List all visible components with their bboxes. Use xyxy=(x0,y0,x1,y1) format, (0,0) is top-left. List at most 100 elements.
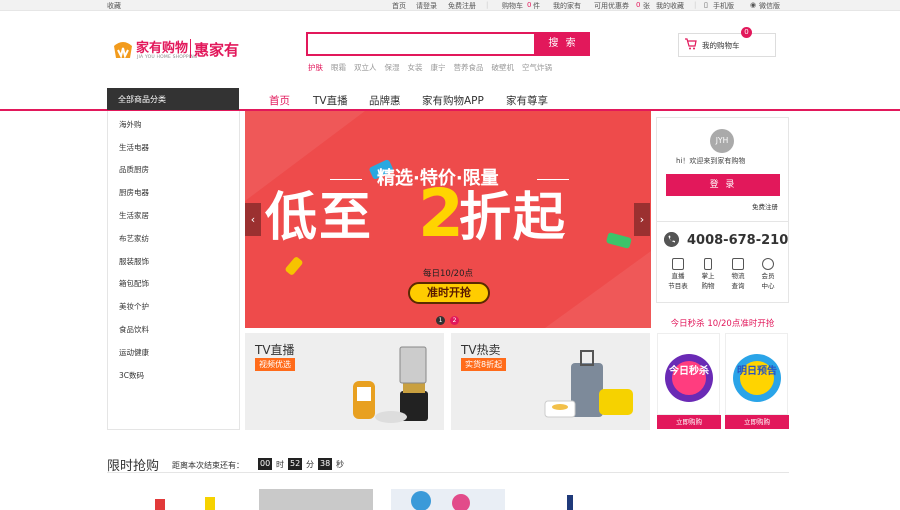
hot-keyword[interactable]: 眼霜 xyxy=(331,62,346,72)
nav-brand[interactable]: 品牌惠 xyxy=(369,93,401,108)
tv-live-banner[interactable]: TV直播 视频优选 xyxy=(245,333,444,430)
buy-now-button[interactable]: 立即购购 xyxy=(725,415,789,429)
product-thumbnail[interactable] xyxy=(391,489,505,510)
sub-banner-tag: 视频优选 xyxy=(255,358,295,371)
tomorrow-preview-card[interactable]: 明日预告 xyxy=(725,333,788,415)
banner-time: 每日10/20点 xyxy=(423,269,473,279)
category-item[interactable]: 布艺家纺 xyxy=(119,233,149,244)
category-item[interactable]: 3C数码 xyxy=(119,370,144,381)
category-item[interactable]: 海外购 xyxy=(119,119,142,130)
category-item[interactable]: 服装服饰 xyxy=(119,256,149,267)
nav-tv-live[interactable]: TV直播 xyxy=(313,93,348,108)
cart-count-badge: 0 xyxy=(741,27,752,38)
category-item[interactable]: 箱包配饰 xyxy=(119,278,149,289)
topbar-cart-link[interactable]: 购物车 xyxy=(502,1,523,11)
banner-headline: 低至 折起 xyxy=(265,187,567,249)
hot-keyword[interactable]: 护肤 xyxy=(308,62,323,72)
logo-divider xyxy=(190,39,191,58)
hotline-number: 4008-678-210 xyxy=(687,233,789,248)
divider xyxy=(107,472,789,473)
mobile-link[interactable]: 手机版 xyxy=(713,1,734,11)
nav-home[interactable]: 首页 xyxy=(269,93,290,108)
mobile-icon xyxy=(704,258,712,270)
countdown-label: 距离本次结束还有： xyxy=(172,461,244,470)
tv-hot-banner[interactable]: TV热卖 实货8折起 xyxy=(451,333,650,430)
wechat-icon: ◉ xyxy=(750,1,757,9)
banner-cta-button[interactable]: 准时开抢 xyxy=(408,282,490,304)
register-link[interactable]: 免费注册 xyxy=(752,201,778,211)
member-center-link[interactable]: 会员 中心 xyxy=(753,258,783,290)
product-thumbnail[interactable] xyxy=(150,489,220,510)
nav-app[interactable]: 家有购物APP xyxy=(422,93,484,108)
banner-line xyxy=(537,179,569,180)
hot-keyword[interactable]: 破壁机 xyxy=(492,62,515,72)
banner-next-button[interactable]: › xyxy=(634,203,650,236)
hot-keyword[interactable]: 女装 xyxy=(408,62,423,72)
wechat-link[interactable]: 微信版 xyxy=(759,1,780,11)
product-thumbnail[interactable] xyxy=(560,489,580,510)
banner-headline-suffix: 折起 xyxy=(459,188,568,248)
divider: | xyxy=(486,1,489,9)
logo-text[interactable]: 家有购物 xyxy=(136,37,188,56)
logo-icon[interactable] xyxy=(112,38,134,60)
sub-banner-tag: 实货8折起 xyxy=(461,358,507,371)
category-item[interactable]: 品质厨房 xyxy=(119,164,149,175)
today-seckill-card[interactable]: 今日秒杀 xyxy=(657,333,720,415)
banner-headline-prefix: 低至 xyxy=(265,188,374,248)
banner-discount-number: 2 xyxy=(418,175,464,252)
banner-prev-button[interactable]: ‹ xyxy=(245,203,261,236)
tv-icon xyxy=(672,258,684,270)
product-thumbnail[interactable] xyxy=(259,489,373,510)
today-seckill-badge: 今日秒杀 xyxy=(669,366,709,377)
my-account-link[interactable]: 我的家有 xyxy=(553,1,581,11)
mobile-icon: ▯ xyxy=(704,1,708,9)
sub-banner-title: TV直播 xyxy=(255,343,295,357)
category-item[interactable]: 食品饮料 xyxy=(119,324,149,335)
logistics-link[interactable]: 物流 查询 xyxy=(723,258,753,290)
divider xyxy=(657,221,788,222)
logo-english: JIA YOU HOME SHOPPING xyxy=(137,55,198,60)
phone-icon xyxy=(664,232,679,247)
hot-keyword[interactable]: 营养食品 xyxy=(454,62,484,72)
nav-vip[interactable]: 家有尊享 xyxy=(506,93,548,108)
register-link[interactable]: 免费注册 xyxy=(448,1,476,11)
category-item[interactable]: 运动健康 xyxy=(119,347,149,358)
hot-keyword[interactable]: 康宁 xyxy=(431,62,446,72)
tv-schedule-link[interactable]: 直播 节目表 xyxy=(663,258,693,290)
category-item[interactable]: 生活电器 xyxy=(119,142,149,153)
home-link[interactable]: 首页 xyxy=(392,1,406,11)
countdown-unit: 时 xyxy=(276,460,284,469)
login-link[interactable]: 请登录 xyxy=(416,1,437,11)
buy-now-button[interactable]: 立即购购 xyxy=(657,415,721,429)
category-item[interactable]: 美妆个护 xyxy=(119,301,149,312)
favorite-link[interactable]: 收藏 xyxy=(107,1,121,11)
category-list: 海外购 生活电器 品质厨房 厨房电器 生活家居 布艺家纺 服装服饰 箱包配饰 美… xyxy=(107,111,240,430)
category-item[interactable]: 生活家居 xyxy=(119,210,149,221)
search-input[interactable] xyxy=(306,32,536,56)
countdown-unit: 分 xyxy=(306,460,314,469)
all-categories-tab[interactable]: 全部商品分类 xyxy=(107,88,239,110)
coupons-link[interactable]: 可用优惠券 xyxy=(594,1,629,11)
sub-banner-title: TV热卖 xyxy=(461,343,501,357)
search-button[interactable]: 搜 索 xyxy=(536,32,590,56)
coupon-unit: 张 xyxy=(643,2,650,10)
welcome-text: hi！欢迎来到家有购物 xyxy=(676,157,746,165)
hot-keyword[interactable]: 保湿 xyxy=(385,62,400,72)
login-button[interactable]: 登 录 xyxy=(666,174,780,196)
divider: | xyxy=(694,1,697,9)
banner-dot[interactable]: 1 xyxy=(436,316,445,325)
top-bar: 收藏 首页 请登录 免费注册 | 购物车 0 件 我的家有 可用优惠券 0 张 … xyxy=(0,0,900,11)
mobile-shop-link[interactable]: 掌上 购物 xyxy=(693,258,723,290)
my-favorites-link[interactable]: 我的收藏 xyxy=(656,1,684,11)
truck-icon xyxy=(732,258,744,270)
hot-keyword[interactable]: 双立人 xyxy=(354,62,377,72)
hot-keyword[interactable]: 空气炸锅 xyxy=(522,62,552,72)
blender-image xyxy=(353,346,428,423)
category-item[interactable]: 厨房电器 xyxy=(119,187,149,198)
coupon-count: 0 xyxy=(636,1,641,9)
banner-dot[interactable]: 2 xyxy=(450,316,459,325)
countdown-minutes: 52 xyxy=(288,458,303,470)
cart-label: 我的购物车 xyxy=(702,41,740,50)
banner-line xyxy=(330,179,362,180)
topbar-cart-count: 0 xyxy=(527,1,532,9)
